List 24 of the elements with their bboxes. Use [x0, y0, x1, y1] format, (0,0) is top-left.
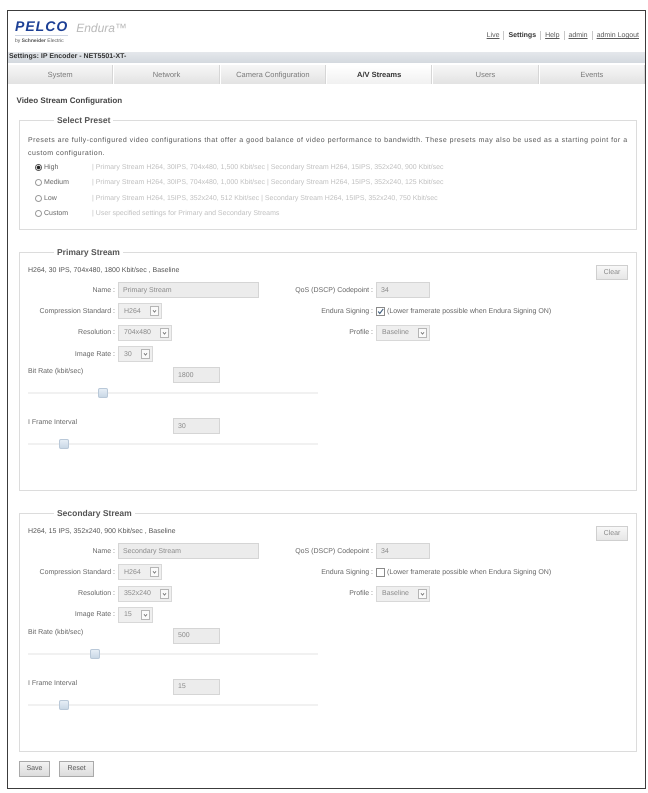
caret-icon: [140, 349, 150, 360]
radio-button[interactable]: [35, 210, 42, 218]
caret-icon: [418, 588, 427, 599]
caret-icon: [150, 306, 159, 316]
product-name: Endura™: [76, 21, 127, 35]
brand-logo: PELCO: [15, 20, 68, 36]
panel-legend: Select Preset: [54, 115, 114, 125]
checkbox[interactable]: [376, 306, 385, 316]
panel-legend: Primary Stream: [54, 247, 123, 258]
caret-icon: [418, 328, 427, 338]
radio-button[interactable]: [35, 164, 42, 172]
caret-icon: [160, 588, 169, 599]
caret-icon: [140, 610, 150, 620]
slider-thumb[interactable]: [58, 439, 69, 450]
page-title: Video Stream Configuration: [16, 96, 124, 106]
checkbox[interactable]: [376, 568, 385, 577]
slider-thumb[interactable]: [98, 388, 108, 398]
radio-button[interactable]: [35, 179, 42, 186]
caret-icon: [160, 328, 169, 338]
slider-thumb[interactable]: [90, 648, 100, 659]
slider-thumb[interactable]: [58, 700, 69, 710]
panel-legend: Secondary Stream: [54, 508, 135, 518]
caret-icon: [150, 567, 159, 578]
radio-button[interactable]: [35, 194, 42, 202]
